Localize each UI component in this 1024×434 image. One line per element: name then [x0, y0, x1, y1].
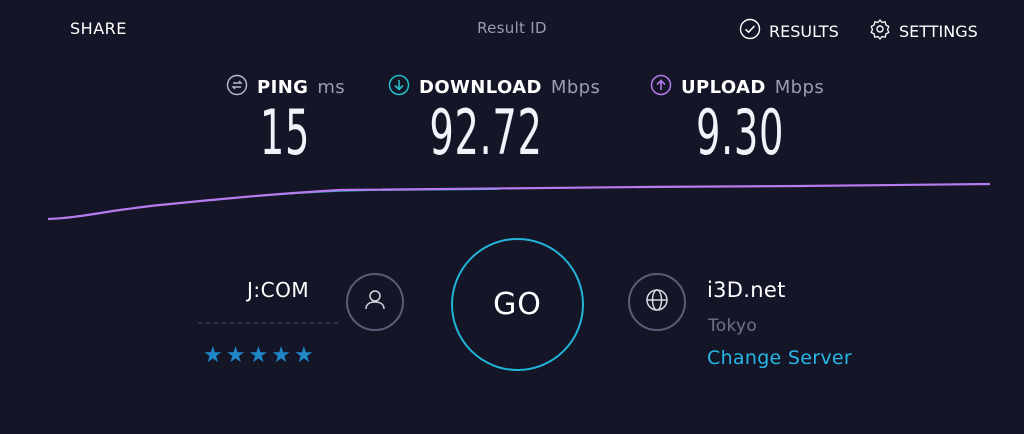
isp-user-button[interactable]	[346, 273, 404, 331]
server-location: Tokyo	[708, 316, 758, 336]
ping-value: 15	[259, 96, 311, 169]
download-label: DOWNLOAD	[419, 77, 542, 98]
settings-label: SETTINGS	[899, 21, 978, 41]
server-globe-button[interactable]	[628, 273, 686, 331]
check-circle-icon	[739, 18, 761, 44]
upload-unit: Mbps	[774, 77, 825, 98]
upload-label: UPLOAD	[681, 77, 766, 98]
download-value: 92.72	[429, 96, 543, 169]
results-button[interactable]: RESULTS	[739, 18, 839, 44]
server-name: i3D.net	[707, 278, 786, 302]
results-label: RESULTS	[769, 21, 839, 41]
download-graph-line	[47, 188, 501, 220]
isp-divider	[198, 322, 338, 324]
change-server-link[interactable]: Change Server	[707, 347, 852, 369]
globe-icon	[642, 285, 672, 319]
go-label: GO	[493, 287, 542, 322]
star-icon[interactable]: ★	[226, 345, 246, 367]
upload-graph-line	[47, 182, 991, 221]
ping-label: PING	[257, 77, 309, 98]
star-icon[interactable]: ★	[248, 345, 268, 367]
upload-arrow-icon	[650, 74, 672, 101]
upload-value: 9.30	[695, 96, 785, 169]
speed-graph	[47, 182, 991, 221]
download-arrow-icon	[388, 74, 410, 101]
download-unit: Mbps	[550, 77, 601, 98]
go-button[interactable]: GO	[451, 238, 584, 371]
settings-button[interactable]: SETTINGS	[869, 18, 978, 44]
star-icon[interactable]: ★	[203, 345, 223, 367]
user-icon	[360, 285, 390, 319]
isp-name: J:COM	[247, 278, 310, 302]
gear-icon	[869, 18, 891, 44]
ping-icon	[226, 74, 248, 101]
star-icon[interactable]: ★	[294, 345, 314, 367]
star-icon[interactable]: ★	[271, 345, 291, 367]
isp-rating[interactable]: ★ ★ ★ ★ ★	[203, 345, 314, 367]
ping-unit: ms	[317, 77, 346, 98]
